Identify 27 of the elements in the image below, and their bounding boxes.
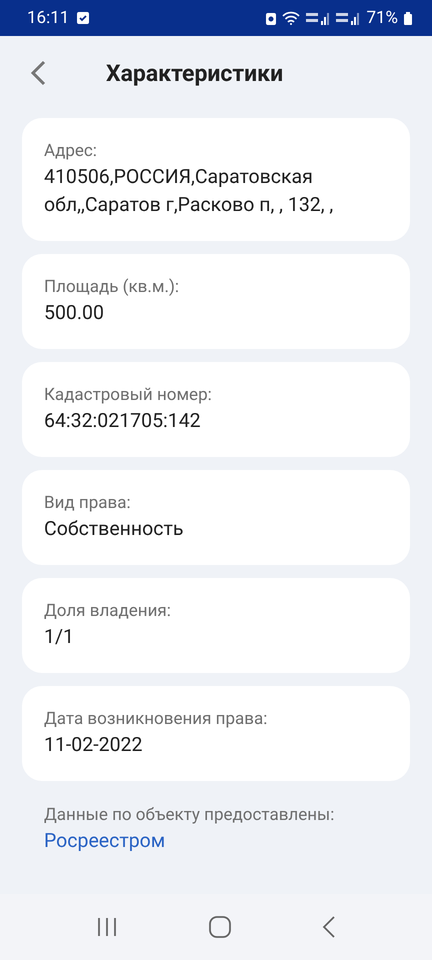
field-label: Адрес: [44, 140, 98, 162]
battery-percent: 71% [366, 8, 398, 28]
source-text: Данные по объекту предоставлены: [44, 804, 336, 827]
field-value: 11-02-2022 [44, 732, 144, 758]
field-label: Кадастровый номер: [44, 384, 213, 406]
field-value: Собственность [44, 516, 184, 542]
back-icon [322, 916, 336, 938]
field-value: 1/1 [44, 624, 75, 650]
field-value: 500.00 [44, 300, 105, 326]
recent-apps-icon [96, 917, 118, 937]
field-label: Дата возникновения права: [44, 708, 268, 730]
source-link[interactable]: Росреестром [44, 829, 166, 852]
battery-icon [404, 12, 412, 24]
field-label: Площадь (кв.м.): [44, 276, 180, 298]
signal-icon [336, 11, 360, 25]
page-title: Характеристики [106, 60, 284, 86]
field-value: 410506,РОССИЯ,Саратовская обл,,Саратов г,Расково п, , 132, , [44, 164, 334, 218]
battery-saver-icon [266, 12, 276, 24]
field-label: Доля владения: [44, 600, 172, 622]
home-icon [208, 916, 231, 938]
clock-time: 16:11 [27, 8, 70, 28]
checkbox-icon [77, 12, 90, 24]
field-value: 64:32:021705:142 [44, 408, 202, 434]
signal-icon [306, 11, 330, 25]
field-label: Вид права: [44, 492, 132, 514]
wifi-icon [282, 11, 300, 25]
back-icon [30, 60, 48, 86]
